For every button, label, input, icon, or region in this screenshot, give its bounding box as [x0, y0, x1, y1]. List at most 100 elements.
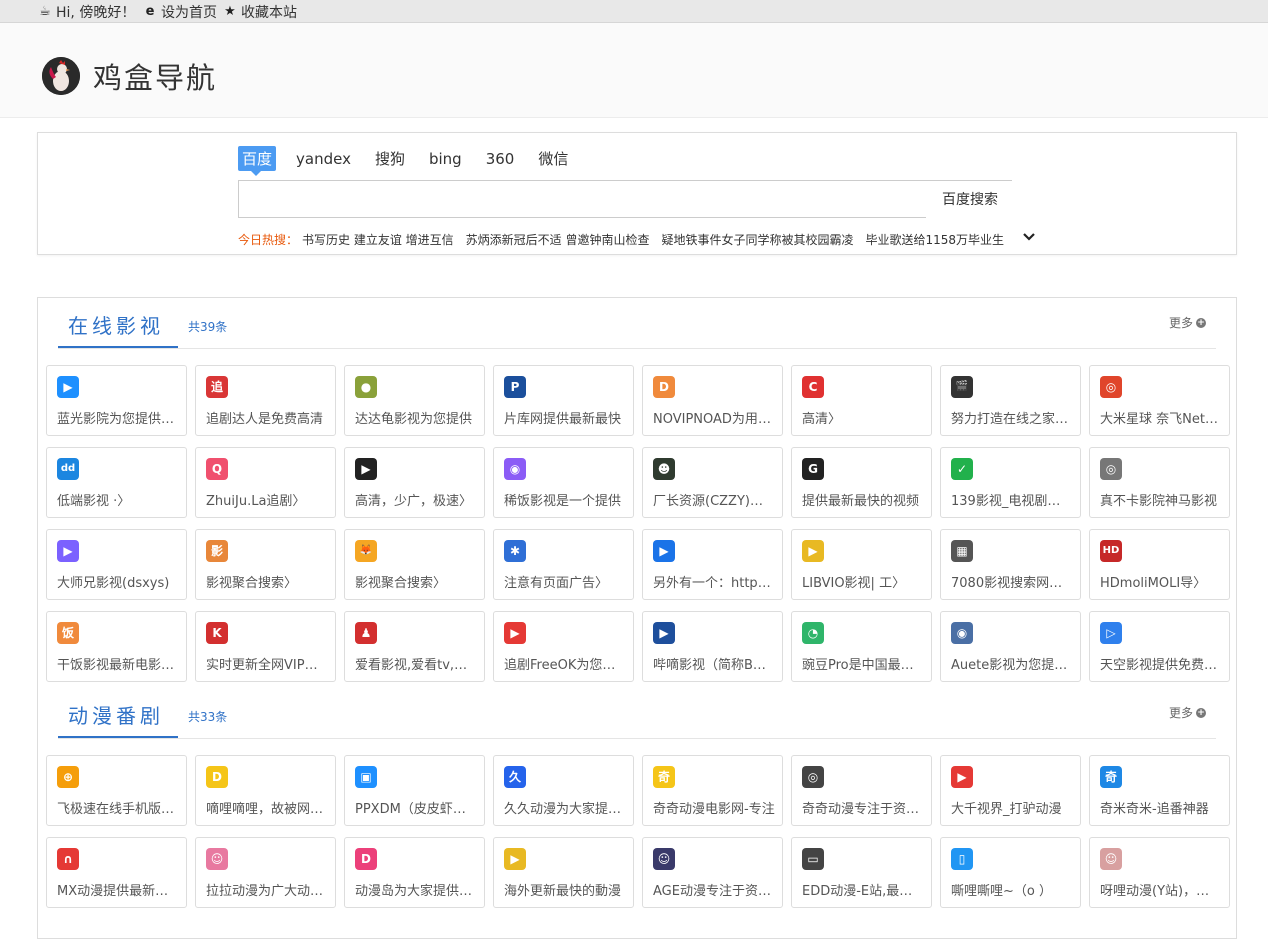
engine-tab[interactable]: yandex [296, 150, 351, 168]
site-card[interactable]: ✱ 注意有页面广告〉 [493, 529, 634, 600]
hot-search-item[interactable]: 毕业歌送给1158万毕业生 [866, 231, 1005, 248]
engine-tab[interactable]: 搜狗 [375, 148, 405, 169]
site-card[interactable]: ▷ 天空影视提供免费在线 [1089, 611, 1230, 682]
site-card[interactable]: HD HDmoliMOLI导〉 [1089, 529, 1230, 600]
site-card[interactable]: ▶ LIBVIO影视| 工〉 [791, 529, 932, 600]
set-home-label: 设为首页 [161, 5, 217, 21]
site-card-label: 影视聚合搜索〉 [355, 576, 447, 591]
site-card[interactable]: ∩ MX动漫提供最新最快 [46, 837, 187, 908]
site-card[interactable]: ▶ 高清，少广，极速〉 [344, 447, 485, 518]
site-card-label: HDmoliMOLI导〉 [1100, 576, 1207, 591]
category-panel: 在线影视 共39条 更多 + ▶ 蓝光影院为您提供最新追追剧达人是免费高清 ● 达达龟影视为您… [37, 297, 1237, 939]
site-card[interactable]: ▶ 大师兄影视(dsxys) [46, 529, 187, 600]
site-card[interactable]: Q ZhuiJu.La追剧〉 [195, 447, 336, 518]
site-card[interactable]: ▶ 蓝光影院为您提供最新 [46, 365, 187, 436]
site-card-label: 提供最新最快的视频 [802, 494, 920, 509]
site-card[interactable]: D 动漫岛为大家提供最新 [344, 837, 485, 908]
coffee-icon: ☕ [39, 4, 51, 19]
ppxdm-icon: ▣ [355, 766, 377, 788]
site-card-label: 大千视界_打驴动漫 [951, 802, 1062, 817]
site-card[interactable]: ▯ 嘶哩嘶哩~（o ） [940, 837, 1081, 908]
site-card[interactable]: K 实时更新全网VIP影视 [195, 611, 336, 682]
more-link[interactable]: 更多 + [1169, 314, 1206, 331]
set-home-link[interactable]: e 设为首页 [143, 2, 217, 22]
site-card-label: 实时更新全网VIP影视 [206, 658, 328, 673]
site-card-label: 低端影视 ·〉 [57, 494, 131, 509]
xifan-icon: ◉ [504, 458, 526, 480]
site-card-label: 蓝光影院为您提供最新 [57, 412, 179, 427]
hot-search-item[interactable]: 疑地铁事件女子同学称被其校园霸凌 [661, 231, 853, 248]
site-card[interactable]: ◎ 大米星球 奈飞Netflix [1089, 365, 1230, 436]
person-icon: ♟ [355, 622, 377, 644]
site-card[interactable]: ● 达达龟影视为您提供 [344, 365, 485, 436]
site-card[interactable]: ☺ 拉拉动漫为广大动漫爱 [195, 837, 336, 908]
site-card-label: 另外有一个：https:// [653, 576, 775, 591]
site-card[interactable]: ▶ 哔嘀影视（简称BD影视 [642, 611, 783, 682]
engine-tab[interactable]: 360 [486, 150, 515, 168]
category-title[interactable]: 动漫番剧 [58, 700, 178, 738]
search-button[interactable]: 百度搜索 [926, 181, 1014, 219]
site-card[interactable]: ▶ 海外更新最快的動漫 [493, 837, 634, 908]
site-card[interactable]: ◔ 豌豆Pro是中国最大的 [791, 611, 932, 682]
site-card[interactable]: P 片库网提供最新最快 [493, 365, 634, 436]
search-engine-tabs: 百度 yandex 搜狗 bing 360 微信 [238, 146, 592, 176]
pea-icon: ◔ [802, 622, 824, 644]
engine-tab[interactable]: 微信 [538, 148, 568, 169]
site-card[interactable]: 影影视聚合搜索〉 [195, 529, 336, 600]
site-card[interactable]: 奇奇米奇米-追番神器 [1089, 755, 1230, 826]
site-card-label: 大师兄影视(dsxys) [57, 576, 170, 591]
site-card[interactable]: D NOVIPNOAD为用户提供 [642, 365, 783, 436]
site-card[interactable]: ⊕ 飞极速在线手机版动漫 [46, 755, 187, 826]
bookmark-link[interactable]: ★ 收藏本站 [223, 2, 297, 22]
site-card[interactable]: ✓ 139影视_电视剧免费 [940, 447, 1081, 518]
search-input[interactable] [238, 180, 1012, 218]
site-card[interactable]: 追追剧达人是免费高清 [195, 365, 336, 436]
hot-search-toggle[interactable] [1021, 229, 1037, 245]
hot-search-item[interactable]: 书写历史 建立友谊 增进互信 [302, 231, 454, 248]
site-card[interactable]: ☺ 呀哩动漫(Y站)，在线 [1089, 837, 1230, 908]
site-card[interactable]: ☻ 厂长资源(CZZY)为您 [642, 447, 783, 518]
site-card[interactable]: dd 低端影视 ·〉 [46, 447, 187, 518]
site-card[interactable]: ▶ 另外有一个：https:// [642, 529, 783, 600]
site-card-label: 奇米奇米-追番神器 [1100, 802, 1209, 817]
site-card-label: 注意有页面广告〉 [504, 576, 609, 591]
site-card-label: 高清〉 [802, 412, 842, 427]
site-card[interactable]: ◉ 稀饭影视是一个提供 [493, 447, 634, 518]
site-card-label: 拉拉动漫为广大动漫爱 [206, 884, 328, 899]
more-link[interactable]: 更多 + [1169, 704, 1206, 721]
shield-icon: ✓ [951, 458, 973, 480]
site-card[interactable]: G 提供最新最快的视频 [791, 447, 932, 518]
site-card[interactable]: ▭ EDD动漫-E站,最全的 [791, 837, 932, 908]
site-card[interactable]: ◎ 真不卡影院神马影视 [1089, 447, 1230, 518]
site-card[interactable]: 久久久动漫为大家提供最 [493, 755, 634, 826]
site-card[interactable]: ◎ 奇奇动漫专注于资源收 [791, 755, 932, 826]
site-card[interactable]: ▦ 7080影视搜索网站〉 [940, 529, 1081, 600]
site-card-label: 真不卡影院神马影视 [1100, 494, 1218, 509]
zhuiju-icon: Q [206, 458, 228, 480]
site-card[interactable]: D 嘀哩嘀哩，故被网友们 [195, 755, 336, 826]
site-card-label: 奇奇动漫专注于资源收 [802, 802, 924, 817]
category-header: 动漫番剧 共33条 更多 + [58, 688, 1216, 739]
site-card[interactable]: ♟ 爱看影视,爱看tv,会员 [344, 611, 485, 682]
engine-tab[interactable]: bing [429, 150, 462, 168]
site-card[interactable]: ▶ 大千视界_打驴动漫 [940, 755, 1081, 826]
site-card[interactable]: 奇奇奇动漫电影网-专注 [642, 755, 783, 826]
site-card[interactable]: 饭干饭影视最新电影电视 [46, 611, 187, 682]
site-card[interactable]: 🦊 影视聚合搜索〉 [344, 529, 485, 600]
fjs-icon: ⊕ [57, 766, 79, 788]
engine-tab[interactable]: 百度 [238, 146, 277, 176]
hot-search-item[interactable]: 苏炳添新冠后不适 曾邀钟南山检查 [466, 231, 650, 248]
dd-icon: dd [57, 458, 79, 480]
clapper-icon: 🎬 [951, 376, 973, 398]
site-logo-link[interactable]: 鸡盒导航 [42, 55, 217, 97]
site-card[interactable]: ◉ Auete影视为您提供最 [940, 611, 1081, 682]
category-count: 共39条 [188, 320, 228, 334]
site-card[interactable]: ▶ 追剧FreeOK为您提供 [493, 611, 634, 682]
site-card[interactable]: ▣ PPXDM（皮皮虾动漫） [344, 755, 485, 826]
site-card[interactable]: 🎬 努力打造在线之家影视 [940, 365, 1081, 436]
site-card[interactable]: ☺ AGE动漫专注于资源收 [642, 837, 783, 908]
site-card[interactable]: C 高清〉 [791, 365, 932, 436]
star-icon: ✱ [504, 540, 526, 562]
category-title[interactable]: 在线影视 [58, 310, 178, 348]
logo-image [42, 57, 80, 95]
